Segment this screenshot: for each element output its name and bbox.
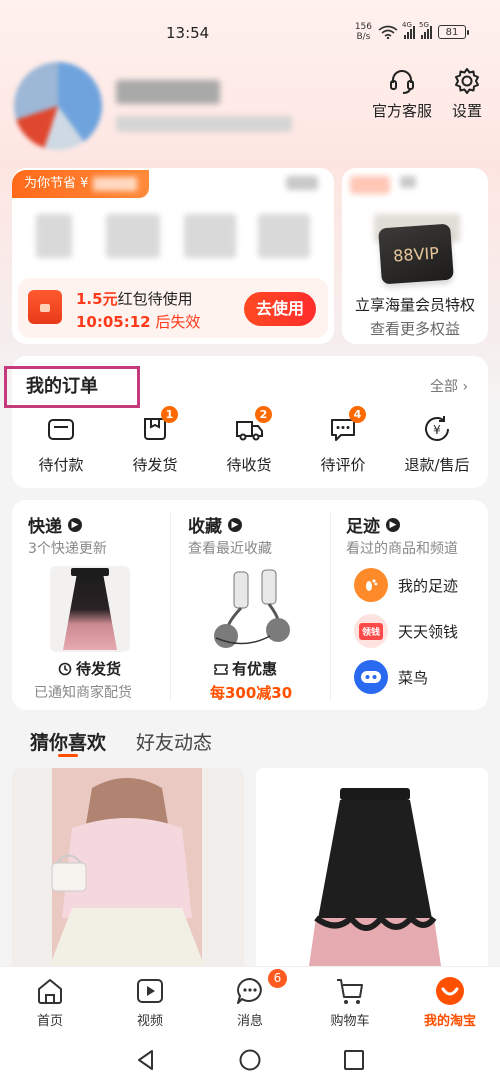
stat-redacted [36,214,72,258]
product-card-skirt[interactable] [256,768,488,973]
battery-icon: 81 [438,25,469,39]
status-bar-right: 156 B/s 4G 5G 81 [354,21,469,42]
favorites-title[interactable]: 收藏 ▶ [188,512,242,537]
nav-video[interactable]: 视频 [100,967,200,1038]
footprint-item[interactable]: 我的足迹 [354,568,458,602]
tab-friend-updates[interactable]: 好友动态 [136,728,212,755]
vip-subtitle: 查看更多权益 [369,320,460,338]
cainiao-icon [354,660,388,694]
order-pending-shipment[interactable]: 1 待发货 [110,406,200,475]
nav-messages[interactable]: 消息 6 [200,967,300,1038]
arrow-right-icon: ▶ [386,517,400,532]
ticket-icon [214,663,228,675]
product-card-sweater[interactable] [12,768,244,973]
nav-my-taobao[interactable]: 我的淘宝 [400,967,500,1038]
arrow-right-icon: ▶ [68,517,82,532]
stat-redacted [106,214,160,258]
coupon-icon: 领钱 [354,614,388,648]
badge: 2 [255,406,272,423]
bottom-nav: 首页 视频 消息 6 购物车 我的淘宝 [0,966,500,1038]
tab-indicator [58,754,78,757]
video-icon [137,979,163,1003]
user-info-redacted [116,116,292,132]
footprints-subtitle: 看过的商品和频道 [346,541,458,557]
order-pending-review[interactable]: 4 待评价 [298,406,388,475]
back-icon[interactable] [134,1048,158,1072]
status-time: 13:54 [166,24,210,42]
orders-all-link[interactable]: 全部 › [430,376,468,396]
cainiao-item[interactable]: 菜鸟 [354,660,428,694]
settings-button[interactable]: 设置 [452,66,482,121]
wifi-icon [378,25,398,39]
customer-service-button[interactable]: 官方客服 [372,66,432,121]
redpacket-icon [28,290,62,324]
express-title[interactable]: 快递 ▶ [28,512,82,537]
jump-rope-image[interactable] [204,566,296,652]
recents-icon[interactable] [342,1048,366,1072]
refund-icon: ¥ [425,416,449,441]
badge: 1 [161,406,178,423]
redpacket-line: 1.5元红包待使用 [76,290,193,308]
avatar[interactable] [14,62,102,150]
order-refund[interactable]: ¥ 退款/售后 [392,414,482,475]
home-icon [38,979,62,1004]
tab-guess-you-like[interactable]: 猜你喜欢 [30,728,106,755]
express-subtitle: 3个快递更新 [28,541,107,557]
footprints-title[interactable]: 足迹 ▶ [346,512,400,537]
savings-tag: 为你节省 ¥ [12,170,149,198]
svg-text:¥: ¥ [433,423,441,437]
cart-icon [337,979,363,1004]
my-taobao-icon [436,977,464,1005]
wallet-icon [48,419,74,440]
username-redacted[interactable] [116,80,220,104]
stat-redacted [258,214,310,258]
message-badge: 6 [268,969,287,988]
footprint-icon [354,568,388,602]
redpacket-countdown: 10:05:12 后失效 [76,313,201,331]
stat-redacted [184,214,236,258]
vip-title: 立享海量会员特权 [354,296,475,314]
favorites-promo: 每300减30 [210,684,293,702]
product-image [308,788,442,973]
divider [170,512,171,700]
badge: 4 [349,406,366,423]
daily-cash-item[interactable]: 领钱 天天领钱 [354,614,458,648]
favorites-status: 有优惠 [214,658,277,679]
express-product-image[interactable] [50,566,130,652]
gear-icon [455,68,479,94]
headset-icon [390,70,414,94]
clock-icon [58,662,72,675]
nav-cart[interactable]: 购物车 [300,967,400,1038]
nav-home[interactable]: 首页 [0,967,100,1038]
order-pending-payment[interactable]: 待付款 [16,414,106,475]
orders-title: 我的订单 [26,376,98,397]
message-icon [237,978,262,1004]
vip-badge: 88VIP [378,223,454,285]
use-redpacket-button[interactable]: 去使用 [244,292,316,326]
home-circle-icon[interactable] [238,1048,262,1072]
arrow-right-icon: ▶ [228,517,242,532]
divider [330,512,331,700]
favorites-subtitle: 查看最近收藏 [188,541,272,557]
signal-icon: 4G [402,21,415,39]
net-speed: 156 B/s [354,22,372,42]
express-status: 待发货 [58,658,121,679]
order-pending-receipt[interactable]: 2 待收货 [204,406,294,475]
signal-icon-2: 5G [419,21,432,39]
product-image [47,768,207,973]
express-status-sub: 已通知商家配货 [34,685,132,701]
